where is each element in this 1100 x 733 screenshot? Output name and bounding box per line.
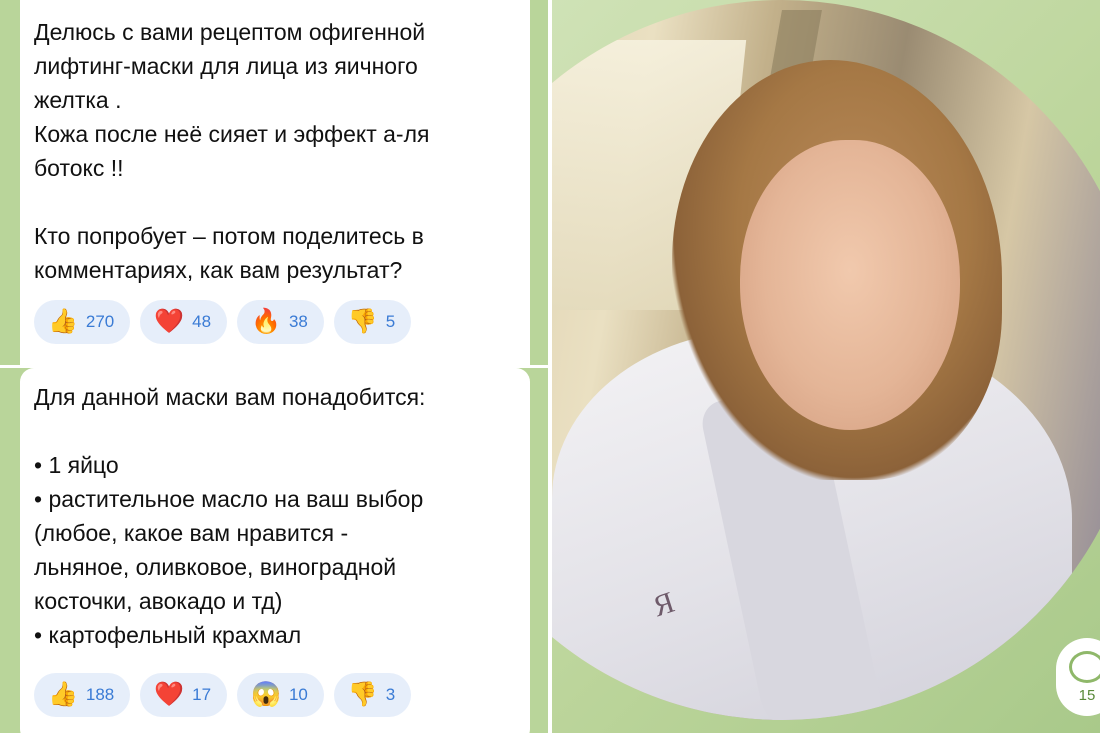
message-bubble: Делюсь с вами рецептом офигенной лифтинг… — [20, 0, 530, 365]
thumbs-up-icon: 👍 — [48, 681, 78, 708]
reaction-count: 38 — [288, 312, 308, 331]
reaction-thumbs-down[interactable]: 👎 5 — [333, 300, 412, 344]
message-text: Делюсь с вами рецептом офигенной лифтинг… — [34, 19, 430, 283]
reaction-count: 5 — [385, 312, 396, 331]
reaction-count: 188 — [85, 685, 115, 704]
message-text: Для данной маски вам понадобится: • 1 яй… — [34, 384, 426, 648]
reaction-thumbs-up[interactable]: 👍 270 — [34, 300, 131, 344]
thumbs-down-icon: 👎 — [347, 681, 378, 708]
reaction-count: 17 — [192, 685, 212, 704]
reactions-bar: 👍 188 ❤️ 17 😱 10 👎 3 — [34, 673, 412, 717]
reaction-count: 48 — [192, 312, 212, 331]
comments-count: 15 — [1078, 686, 1096, 704]
thumbs-down-icon: 👎 — [347, 308, 378, 335]
chat-panel-top: Делюсь с вами рецептом офигенной лифтинг… — [0, 0, 548, 365]
message-bubble: Для данной маски вам понадобится: • 1 яй… — [20, 368, 530, 733]
reaction-heart[interactable]: ❤️ 48 — [140, 300, 228, 344]
reaction-fire[interactable]: 🔥 38 — [237, 300, 324, 344]
reaction-heart[interactable]: ❤️ 17 — [140, 673, 228, 717]
fire-icon: 🔥 — [251, 308, 281, 335]
comment-bubble-icon — [1069, 650, 1100, 683]
face — [740, 140, 960, 430]
chat-panel-bottom: Для данной маски вам понадобится: • 1 яй… — [0, 368, 548, 733]
heart-icon: ❤️ — [154, 681, 185, 708]
reaction-count: 3 — [385, 685, 396, 704]
video-message-panel: Я 15 — [552, 0, 1100, 733]
heart-icon: ❤️ — [154, 308, 185, 335]
reaction-count: 270 — [85, 312, 115, 331]
comments-button[interactable]: 15 — [1056, 638, 1100, 716]
reaction-thumbs-down[interactable]: 👎 3 — [333, 673, 412, 717]
reaction-count: 10 — [288, 685, 308, 704]
video-message-circle[interactable]: Я — [552, 0, 1100, 720]
reaction-scream[interactable]: 😱 10 — [237, 673, 324, 717]
scream-face-icon: 😱 — [251, 681, 281, 708]
thumbs-up-icon: 👍 — [48, 308, 78, 335]
reaction-thumbs-up[interactable]: 👍 188 — [34, 673, 131, 717]
reactions-bar: 👍 270 ❤️ 48 🔥 38 👎 5 — [34, 300, 412, 344]
